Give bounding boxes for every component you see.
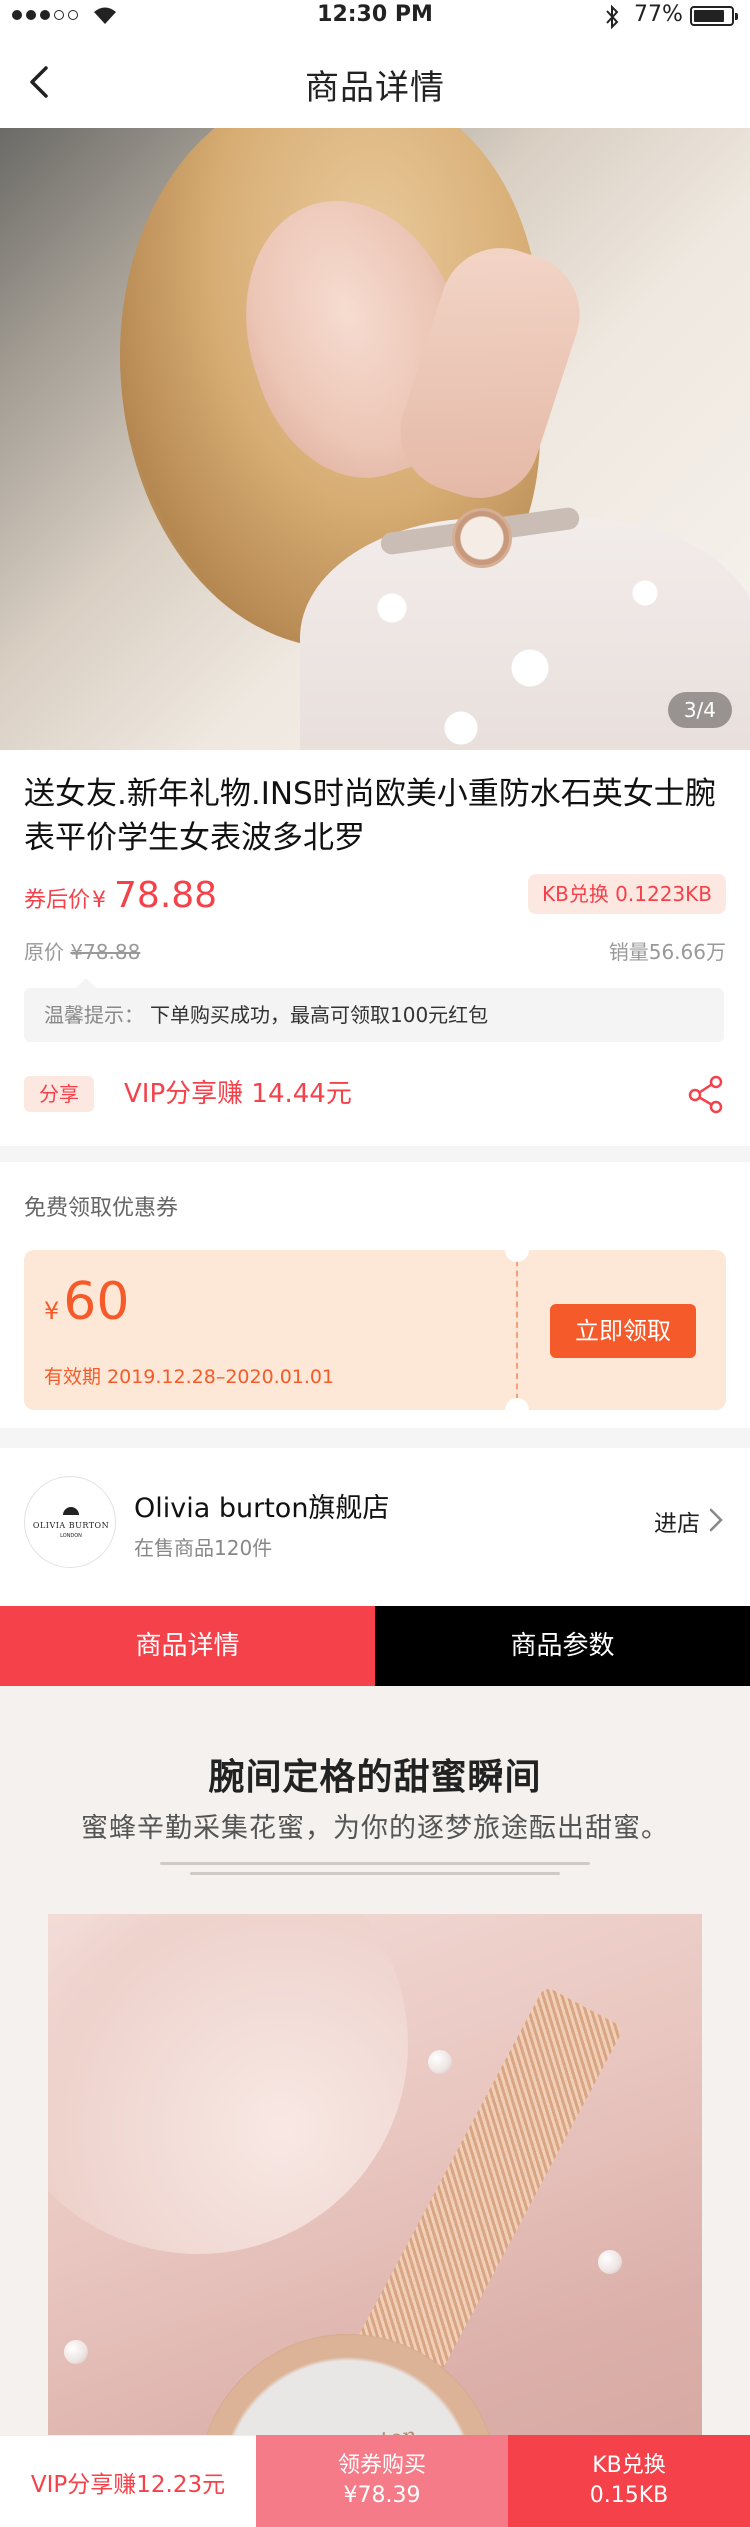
bird-icon	[63, 1507, 79, 1515]
kb-exchange-value: 0.15KB	[589, 2483, 669, 2508]
detail-caption-line	[160, 1862, 590, 1865]
nav-bar: 商品详情	[0, 36, 750, 128]
coupon-buy-label: 领券购买	[337, 2453, 426, 2478]
original-price-value: ¥78.88	[70, 940, 141, 964]
coupon-buy-button[interactable]: 领券购买 ¥78.39	[256, 2435, 508, 2527]
coupon-notch-bottom	[505, 1398, 529, 1410]
pearl	[64, 2340, 88, 2364]
detail-subheading: 蜜蜂辛勤采集花蜜，为你的逐梦旅途酝出甜蜜。	[81, 1813, 669, 1844]
coupon-validity: 有效期 2019.12.28–2020.01.01	[44, 1366, 335, 1388]
status-bar: 12:30 PM 77%	[0, 0, 750, 36]
bluetooth-icon	[606, 4, 619, 30]
sales-count: 销量56.66万	[608, 940, 726, 964]
coupon-buy-price: ¥78.39	[343, 2483, 421, 2508]
detail-heading: 腕间定格的甜蜜瞬间	[208, 1757, 542, 1798]
tip-label: 温馨提示：	[44, 1003, 144, 1027]
coupon-currency: ¥	[44, 1297, 60, 1325]
coupon-amount: ¥ 60	[44, 1272, 129, 1332]
hero-photo-watch	[452, 508, 512, 568]
coupon-notch-top	[505, 1250, 529, 1262]
enter-shop-button[interactable]: 进店	[654, 1504, 700, 1538]
pearl	[598, 2250, 622, 2274]
battery-percent: 77%	[634, 2, 683, 27]
coupon-section: 免费领取优惠券 ¥ 60 有效期 2019.12.28–2020.01.01 立…	[0, 1162, 750, 1428]
gallery-counter: 3/4	[667, 692, 732, 728]
vip-share-button[interactable]: VIP分享赚12.23元	[0, 2435, 256, 2527]
tab-product-details[interactable]: 商品详情	[0, 1606, 375, 1686]
bottom-action-bar: VIP分享赚12.23元 领券购买 ¥78.39 KB兑换 0.15KB	[0, 2435, 750, 2527]
detail-paper-fold	[48, 1914, 408, 2254]
kb-exchange-badge: KB兑换 0.1223KB	[527, 874, 726, 914]
coupon-divider	[516, 1250, 518, 1410]
product-name: 送女友.新年礼物.INS时尚欧美小重防水石英女士腕表平价学生女表波多北罗	[24, 776, 716, 856]
detail-caption-line	[190, 1872, 560, 1875]
tip-text: 下单购买成功，最高可领取100元红包	[150, 1003, 489, 1027]
kb-exchange-label: KB兑换	[592, 2453, 666, 2478]
coupon-card: ¥ 60 有效期 2019.12.28–2020.01.01 立即领取	[24, 1250, 726, 1410]
shop-card[interactable]: OLIVIA BURTON LONDON Olivia burton旗舰店 在售…	[0, 1448, 750, 1606]
page-title: 商品详情	[305, 68, 445, 108]
product-detail-content: 腕间定格的甜蜜瞬间 蜜蜂辛勤采集花蜜，为你的逐梦旅途酝出甜蜜。 Olivia B…	[0, 1686, 750, 2527]
detail-tabs: 商品详情 商品参数	[0, 1606, 750, 1686]
coupon-section-title: 免费领取优惠券	[24, 1196, 179, 1221]
price-currency: ¥	[92, 888, 107, 913]
product-info: 送女友.新年礼物.INS时尚欧美小重防水石英女士腕表平价学生女表波多北罗 券后价…	[0, 750, 750, 1146]
product-image-gallery[interactable]: 3/4	[0, 128, 750, 750]
shop-logo-text: OLIVIA BURTON	[32, 1521, 110, 1530]
tip-box: 温馨提示： 下单购买成功，最高可领取100元红包	[24, 978, 724, 1042]
coupon-value: 60	[63, 1272, 130, 1332]
original-price: 原价 ¥78.88	[24, 936, 140, 965]
share-icon[interactable]	[686, 1074, 726, 1114]
battery-icon	[690, 6, 738, 26]
kb-exchange-button[interactable]: KB兑换 0.15KB	[508, 2435, 750, 2527]
shop-product-count: 在售商品120件	[134, 1536, 273, 1560]
price-label: 券后价	[24, 888, 91, 913]
pearl	[428, 2050, 452, 2074]
price-row: 券后价 ¥ 78.88	[24, 875, 217, 916]
claim-coupon-button[interactable]: 立即领取	[550, 1304, 696, 1358]
shop-logo-subtext: LONDON	[60, 1533, 82, 1539]
tab-product-params[interactable]: 商品参数	[375, 1606, 750, 1686]
shop-logo: OLIVIA BURTON LONDON	[24, 1476, 116, 1568]
vip-share-earn: VIP分享赚 14.44元	[124, 1079, 352, 1109]
chevron-right-icon[interactable]	[706, 1506, 726, 1534]
shop-name: Olivia burton旗舰店	[134, 1493, 390, 1524]
price-value: 78.88	[114, 875, 218, 916]
original-price-label: 原价	[24, 940, 64, 964]
share-tag: 分享	[24, 1076, 94, 1112]
